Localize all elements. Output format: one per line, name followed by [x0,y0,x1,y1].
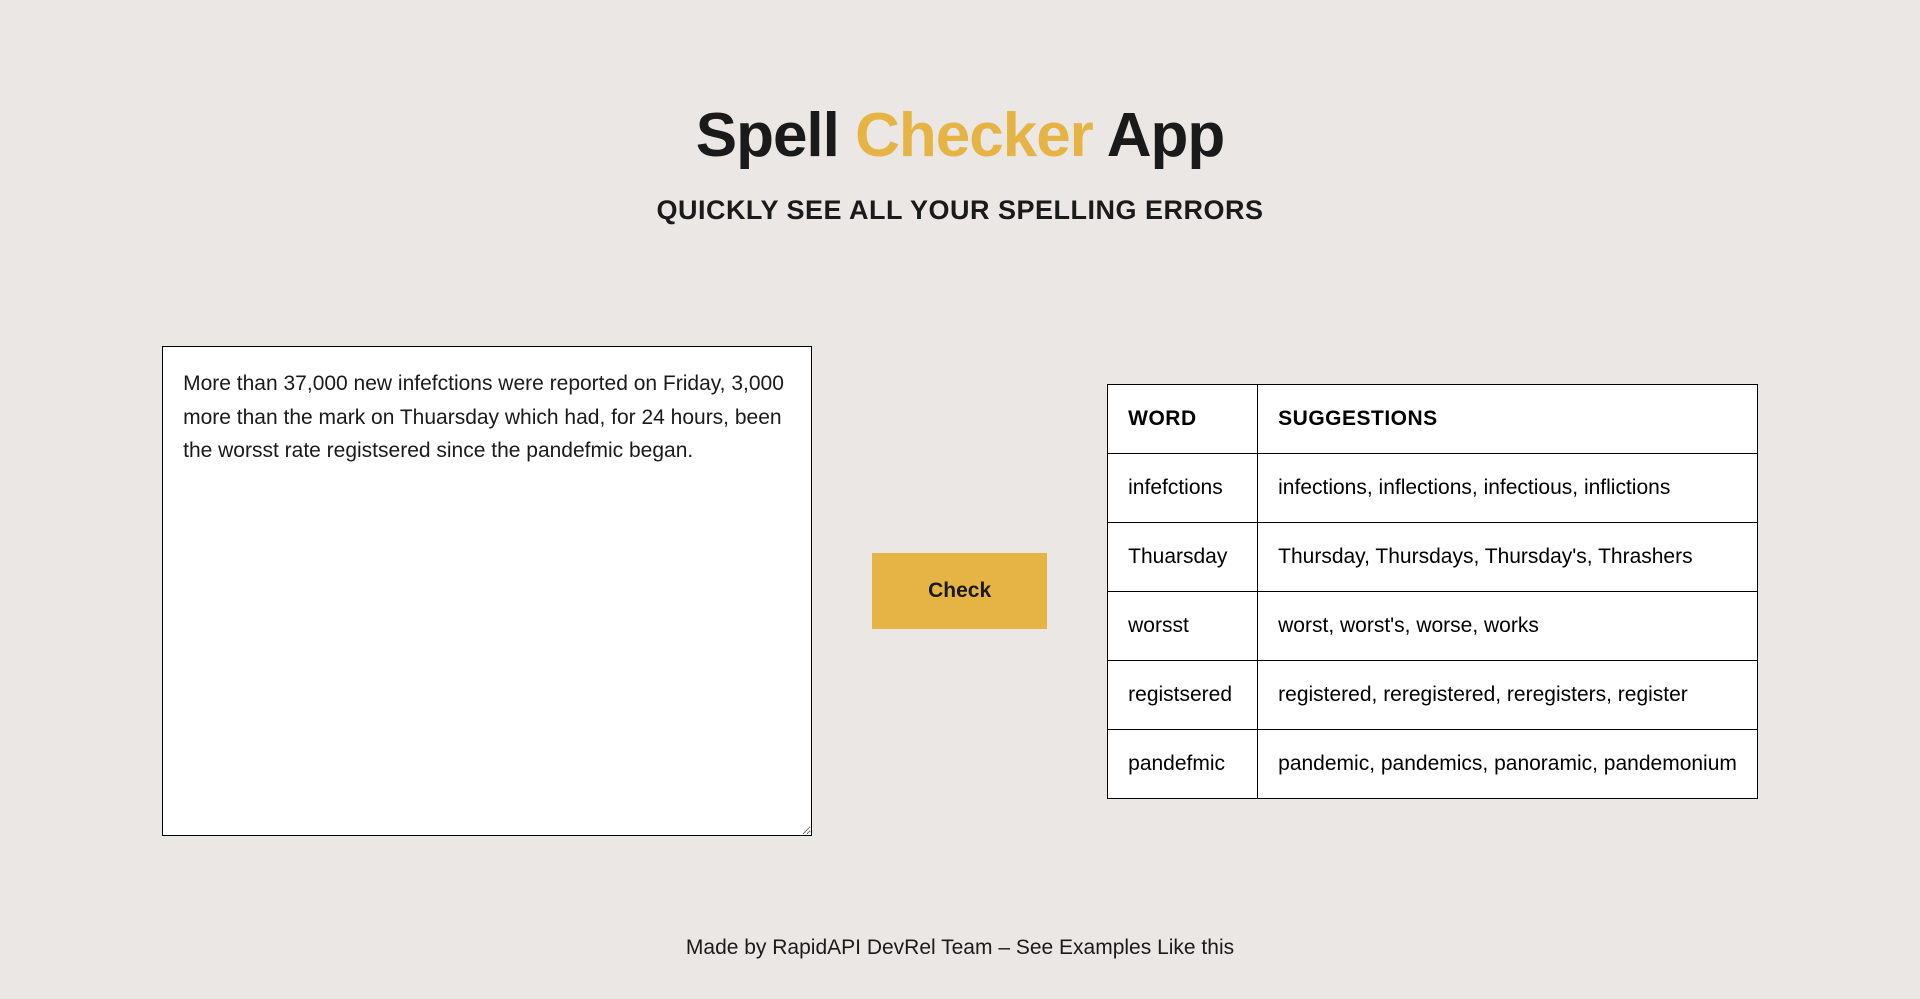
word-cell: worsst [1108,591,1258,660]
word-cell: registsered [1108,660,1258,729]
table-header-row: WORD SUGGESTIONS [1108,384,1758,453]
table-row: Thuarsday Thursday, Thursdays, Thursday'… [1108,522,1758,591]
suggestions-cell: worst, worst's, worse, works [1258,591,1758,660]
text-input[interactable] [162,346,812,836]
suggestions-cell: infections, inflections, infectious, inf… [1258,453,1758,522]
suggestions-cell: Thursday, Thursdays, Thursday's, Thrashe… [1258,522,1758,591]
word-cell: infefctions [1108,453,1258,522]
main-area: Check WORD SUGGESTIONS infefctions infec… [160,346,1760,836]
footer-text: Made by RapidAPI DevRel Team – See Examp… [686,936,1234,960]
check-button[interactable]: Check [872,553,1047,629]
table-row: infefctions infections, inflections, inf… [1108,453,1758,522]
table-header-word: WORD [1108,384,1258,453]
title-accent: Checker [855,101,1093,170]
results-table: WORD SUGGESTIONS infefctions infections,… [1107,384,1758,799]
table-row: registsered registered, reregistered, re… [1108,660,1758,729]
table-header-suggestions: SUGGESTIONS [1258,384,1758,453]
title-part1: Spell [696,101,855,170]
suggestions-cell: pandemic, pandemics, panoramic, pandemon… [1258,729,1758,798]
page-subtitle: QUICKLY SEE ALL YOUR SPELLING ERRORS [656,195,1263,226]
word-cell: pandefmic [1108,729,1258,798]
page-title: Spell Checker App [696,100,1225,171]
suggestions-cell: registered, reregistered, reregisters, r… [1258,660,1758,729]
title-part2: App [1093,101,1224,170]
word-cell: Thuarsday [1108,522,1258,591]
table-row: worsst worst, worst's, worse, works [1108,591,1758,660]
table-row: pandefmic pandemic, pandemics, panoramic… [1108,729,1758,798]
table-body: infefctions infections, inflections, inf… [1108,453,1758,798]
